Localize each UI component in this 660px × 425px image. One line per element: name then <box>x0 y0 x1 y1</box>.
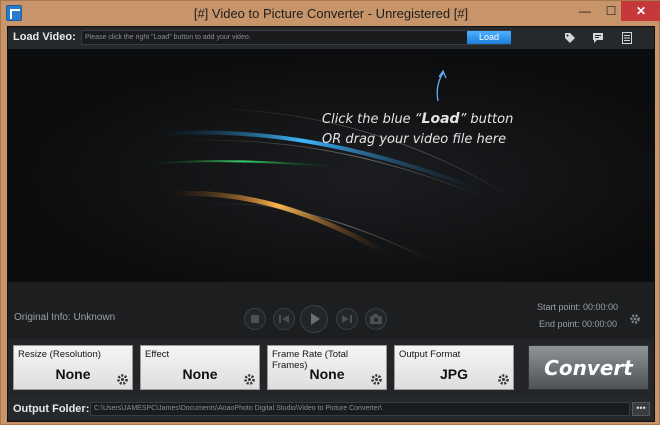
browse-folder-button[interactable]: ••• <box>632 402 650 416</box>
output-format-gear-icon[interactable] <box>497 373 510 386</box>
effect-card[interactable]: Effect None <box>140 345 260 390</box>
convert-button[interactable]: Convert <box>528 345 649 390</box>
frame-rate-value: None <box>309 366 345 382</box>
hint-line-2: OR drag your video file here <box>322 132 507 147</box>
stop-button[interactable] <box>244 308 266 330</box>
effect-gear-icon[interactable] <box>243 373 256 386</box>
effect-value: None <box>182 366 218 382</box>
chat-icon[interactable] <box>592 32 604 44</box>
output-format-card[interactable]: Output Format JPG <box>394 345 514 390</box>
resize-value: None <box>55 366 91 382</box>
output-folder-path[interactable]: C:\Users\JAMESPC\James\Documents\AoaoPho… <box>90 402 630 416</box>
output-folder-bar: Output Folder: C:\Users\JAMESPC\James\Do… <box>8 398 654 421</box>
original-info: Original Info: Unknown <box>14 312 116 323</box>
snapshot-button[interactable] <box>365 308 387 330</box>
play-icon <box>311 313 320 325</box>
app-window: [#] Video to Picture Converter - Unregis… <box>0 0 660 425</box>
effect-label: Effect <box>145 349 170 360</box>
load-button[interactable]: Load <box>467 31 511 44</box>
output-format-label: Output Format <box>399 349 461 360</box>
play-button[interactable] <box>300 305 328 333</box>
start-point: Start point: 00:00:00 <box>537 302 619 312</box>
hint-line-1: Click the blue “Load” button <box>322 111 514 127</box>
playback-controls: Original Info: Unknown Start point: 00:0… <box>8 282 654 339</box>
video-preview-area[interactable]: Click the blue “Load” button OR drag you… <box>8 49 654 282</box>
settings-cards: Resize (Resolution) None Effect None Fra… <box>8 339 654 397</box>
output-folder-label: Output Folder: <box>13 403 90 415</box>
frame-rate-card[interactable]: Frame Rate (Total Frames) None <box>267 345 387 390</box>
end-point: End point: 00:00:00 <box>539 319 618 329</box>
video-path-field[interactable]: Please click the right "Load" button to … <box>81 30 511 45</box>
drop-hint-text: Click the blue “Load” button OR drag you… <box>322 109 513 150</box>
client-area: Load Video: Please click the right "Load… <box>7 26 655 422</box>
resize-card[interactable]: Resize (Resolution) None <box>13 345 133 390</box>
load-video-label: Load Video: <box>13 31 76 43</box>
list-icon[interactable] <box>621 32 633 44</box>
resize-label: Resize (Resolution) <box>18 349 101 360</box>
light-streaks-decoration <box>147 69 529 265</box>
previous-icon <box>279 315 289 323</box>
close-button[interactable]: ✕ <box>621 1 660 21</box>
title-bar[interactable]: [#] Video to Picture Converter - Unregis… <box>1 1 660 25</box>
previous-button[interactable] <box>273 308 295 330</box>
resize-gear-icon[interactable] <box>116 373 129 386</box>
window-title: [#] Video to Picture Converter - Unregis… <box>193 6 469 21</box>
stop-icon <box>251 315 259 323</box>
next-button[interactable] <box>336 308 358 330</box>
tag-icon[interactable] <box>564 32 576 44</box>
frame-rate-gear-icon[interactable] <box>370 373 383 386</box>
snapshot-icon <box>370 314 382 324</box>
next-icon <box>342 315 352 323</box>
load-video-bar: Load Video: Please click the right "Load… <box>8 27 654 49</box>
output-format-value: JPG <box>439 366 468 382</box>
minimize-button[interactable]: — <box>572 1 598 21</box>
point-settings-gear-icon[interactable] <box>629 313 641 325</box>
